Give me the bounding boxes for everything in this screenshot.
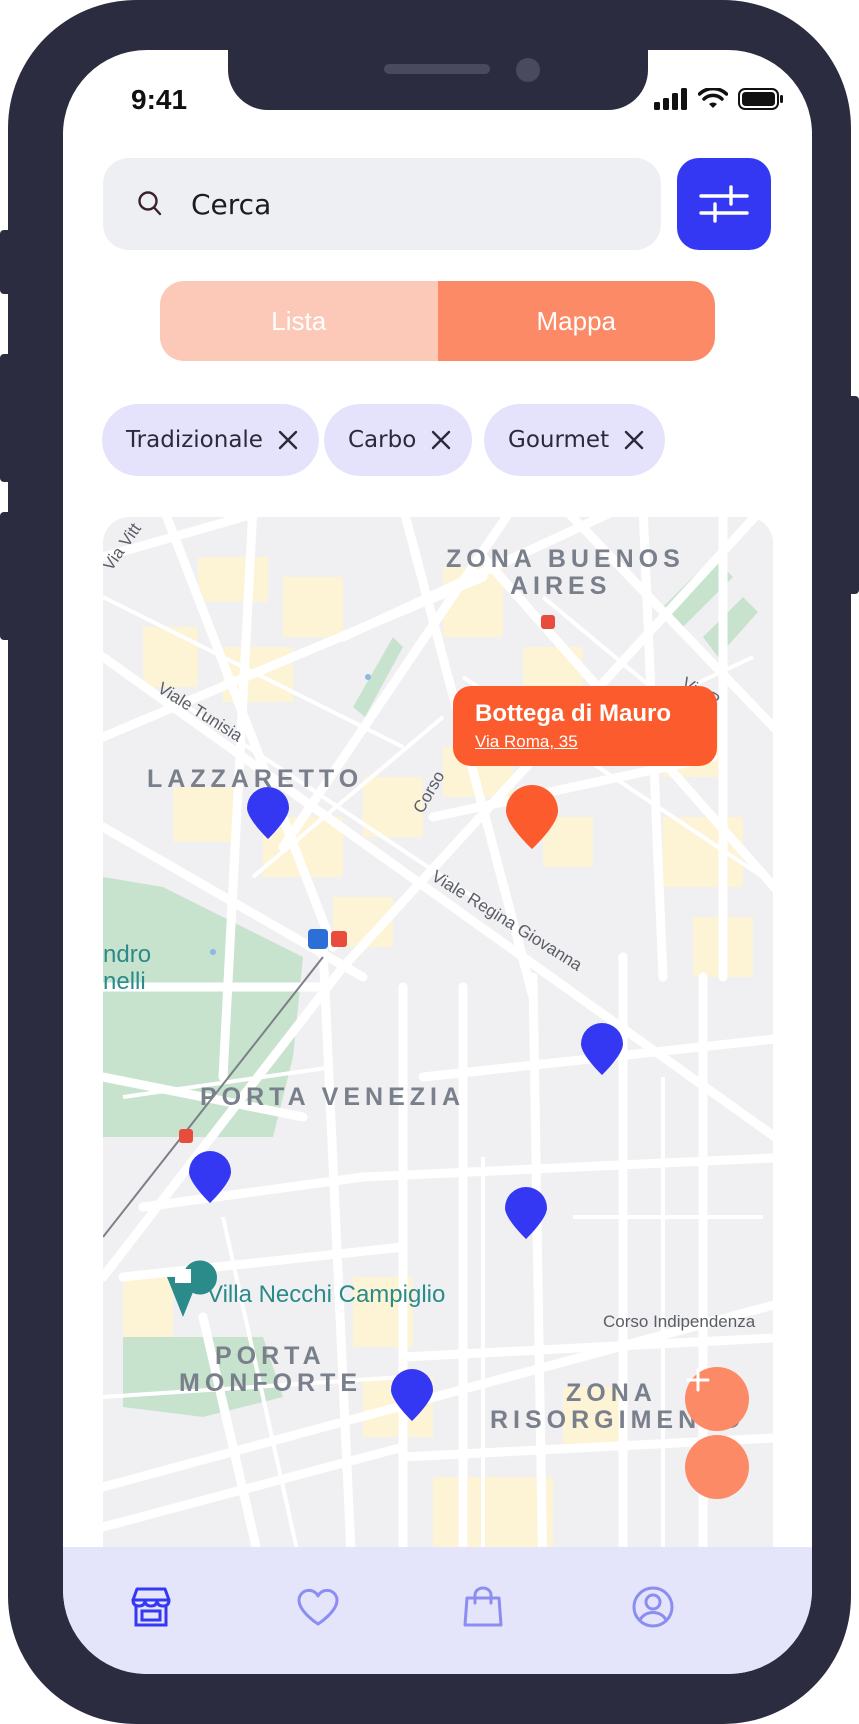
area-label-zona-buenos-aires: AIRES bbox=[510, 572, 612, 600]
mute-switch bbox=[0, 230, 12, 294]
sliders-icon bbox=[699, 185, 749, 223]
place-name: Bottega di Mauro bbox=[475, 700, 671, 727]
chip-label: Tradizionale bbox=[126, 427, 263, 453]
poi-label: ndro bbox=[103, 941, 152, 968]
metro-icon bbox=[541, 615, 555, 629]
close-icon[interactable] bbox=[623, 429, 645, 451]
tab-bar bbox=[63, 1547, 812, 1674]
map-pin[interactable] bbox=[391, 1369, 433, 1421]
area-label-zona-risorgimento: ZONA bbox=[566, 1379, 657, 1407]
volume-down-button bbox=[0, 512, 12, 640]
zoom-in-button[interactable] bbox=[685, 1367, 749, 1431]
cellular-signal-icon bbox=[654, 88, 687, 110]
close-icon[interactable] bbox=[277, 429, 299, 451]
front-camera bbox=[516, 58, 540, 82]
filter-chip-carbo[interactable]: Carbo bbox=[324, 404, 473, 476]
status-icons bbox=[654, 88, 784, 110]
shopping-bag-icon bbox=[463, 1586, 503, 1627]
map-pin-selected[interactable] bbox=[506, 785, 558, 849]
battery-icon bbox=[738, 88, 783, 110]
volume-up-button bbox=[0, 354, 12, 482]
metro-icon bbox=[331, 931, 347, 947]
search-bar[interactable] bbox=[103, 158, 661, 250]
app-screen: 9:41 Cerca Lista Mappa Tradizionale Carb… bbox=[63, 50, 812, 1674]
poi-label: nelli bbox=[103, 968, 146, 995]
status-time: 9:41 bbox=[131, 84, 188, 115]
place-popup[interactable]: Bottega di Mauro Via Roma, 35 bbox=[453, 686, 717, 766]
toggle-mappa[interactable]: Mappa bbox=[437, 281, 715, 361]
wifi-icon bbox=[698, 88, 728, 108]
train-station-icon bbox=[308, 929, 328, 949]
device-notch bbox=[228, 50, 648, 110]
area-label-zona-buenos-aires: ZONA BUENOS bbox=[446, 545, 685, 573]
tab-shop[interactable] bbox=[123, 1579, 179, 1635]
chip-label: Carbo bbox=[348, 427, 417, 453]
close-icon[interactable] bbox=[430, 429, 452, 451]
search-input[interactable] bbox=[191, 158, 631, 250]
profile-icon bbox=[632, 1586, 674, 1628]
shop-icon bbox=[131, 1587, 171, 1627]
phone-frame: 9:41 Cerca Lista Mappa Tradizionale Carb… bbox=[8, 0, 851, 1724]
tab-cart[interactable] bbox=[455, 1579, 511, 1635]
tab-favorites[interactable] bbox=[290, 1579, 346, 1635]
heart-icon bbox=[297, 1588, 339, 1626]
power-button bbox=[847, 396, 859, 594]
poi-label-villa-necchi[interactable]: Villa Necchi Campiglio bbox=[207, 1281, 445, 1309]
tab-profile[interactable] bbox=[625, 1579, 681, 1635]
metro-icon bbox=[179, 1129, 193, 1143]
area-label-porta-monforte: MONFORTE bbox=[179, 1369, 363, 1397]
view-toggle: Lista Mappa bbox=[160, 281, 715, 361]
filter-button[interactable] bbox=[677, 158, 771, 250]
toggle-lista[interactable]: Lista bbox=[160, 281, 438, 361]
map-pin[interactable] bbox=[189, 1151, 231, 1203]
filter-chip-tradizionale[interactable]: Tradizionale bbox=[102, 404, 319, 476]
zoom-out-button[interactable] bbox=[685, 1435, 749, 1499]
map-pin[interactable] bbox=[581, 1023, 623, 1075]
speaker-grille bbox=[384, 64, 490, 74]
plus-icon bbox=[686, 1368, 710, 1392]
street-label: Corso Indipendenza bbox=[603, 1312, 756, 1331]
map-view[interactable]: ZONA BUENOS AIRES LAZZARETTO PORTA VENEZ… bbox=[103, 517, 773, 1577]
filter-chip-gourmet[interactable]: Gourmet bbox=[484, 404, 666, 476]
area-label-porta-monforte: PORTA bbox=[215, 1342, 326, 1370]
area-label-porta-venezia: PORTA VENEZIA bbox=[200, 1083, 466, 1111]
map-pin[interactable] bbox=[505, 1187, 547, 1239]
map-pin[interactable] bbox=[247, 787, 289, 839]
place-address-link[interactable]: Via Roma, 35 bbox=[475, 732, 695, 752]
search-icon bbox=[138, 191, 162, 216]
chip-label: Gourmet bbox=[508, 427, 610, 453]
